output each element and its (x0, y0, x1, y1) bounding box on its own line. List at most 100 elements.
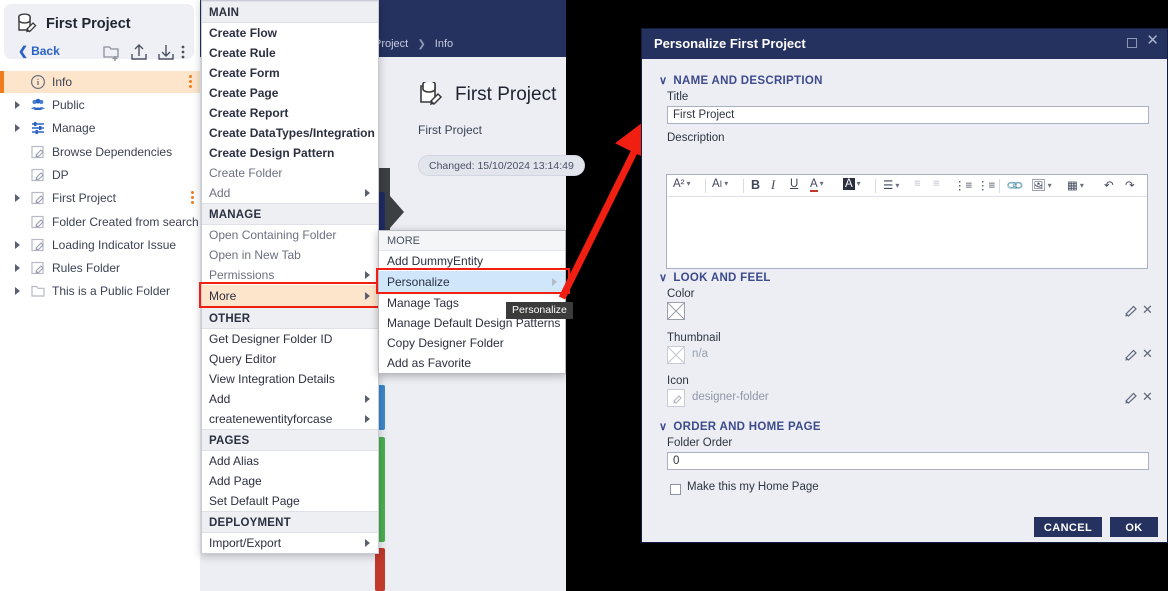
menu-item-create-report[interactable]: Create Report (202, 103, 378, 123)
bold-icon[interactable]: B (751, 178, 760, 194)
menu-item-permissions[interactable]: Permissions (202, 265, 378, 285)
breadcrumb-item-project[interactable]: Project (374, 38, 408, 50)
changed-timestamp-badge: Changed: 15/10/2024 13:14:49 (418, 155, 585, 176)
kebab-menu-icon[interactable] (189, 75, 192, 89)
submenu-item-add-as-favorite[interactable]: Add as Favorite (379, 353, 565, 373)
menu-item-get-designer-folder-id[interactable]: Get Designer Folder ID (202, 329, 378, 349)
table-icon[interactable]: ▦ ▾ (1067, 178, 1084, 194)
menu-item-create-form[interactable]: Create Form (202, 63, 378, 83)
indent-icon[interactable]: ≡ (933, 178, 940, 194)
text-color-icon[interactable]: A ▾ (810, 178, 824, 194)
sidebar-item-public[interactable]: Public (0, 94, 200, 116)
menu-item-add-alias[interactable]: Add Alias (202, 451, 378, 471)
kebab-menu-icon[interactable] (191, 191, 194, 205)
cancel-button[interactable]: CANCEL (1034, 517, 1102, 537)
section-header-label: ORDER AND HOME PAGE (673, 421, 821, 433)
edit-pencil-icon[interactable] (1125, 348, 1138, 361)
edit-pencil-icon[interactable] (1125, 304, 1138, 317)
sidebar-item-dp[interactable]: DP (0, 164, 200, 186)
download-icon[interactable] (157, 43, 175, 61)
twisty-icon[interactable] (15, 264, 20, 272)
menu-item-query-editor[interactable]: Query Editor (202, 349, 378, 369)
redo-icon[interactable]: ↷ (1125, 178, 1135, 194)
edit-pencil-icon[interactable] (1125, 391, 1138, 404)
submenu-arrow-icon (365, 189, 370, 197)
description-rich-text-editor[interactable]: A² ▾ AI ▾ B I U A ▾ A ▾ ☰ ▾ ≡ ≡ ⋮≡ ⋮≡ 🔗 🖼 ▾ ▦ ▾… (666, 174, 1148, 269)
link-icon[interactable]: 🔗 (1003, 175, 1024, 196)
menu-item-add-main[interactable]: Add (202, 183, 378, 203)
color-bar-red (375, 548, 385, 591)
menu-item-create-folder[interactable]: Create Folder (202, 163, 378, 183)
twisty-icon[interactable] (15, 101, 20, 109)
upload-icon[interactable] (130, 43, 148, 61)
menu-item-create-design-pattern[interactable]: Create Design Pattern (202, 143, 378, 163)
menu-item-add-other[interactable]: Add (202, 389, 378, 409)
highlight-color-icon[interactable]: A ▾ (843, 178, 861, 194)
twisty-icon[interactable] (15, 194, 20, 202)
menu-item-open-in-new-tab[interactable]: Open in New Tab (202, 245, 378, 265)
twisty-icon[interactable] (15, 287, 20, 295)
thumbnail-swatch[interactable] (667, 346, 685, 364)
clear-thumbnail-icon[interactable]: ✕ (1142, 347, 1153, 360)
new-folder-icon[interactable] (103, 43, 121, 61)
close-icon[interactable]: ✕ (1146, 33, 1159, 48)
clear-icon-icon[interactable]: ✕ (1142, 390, 1153, 403)
menu-item-label: Create Folder (209, 166, 283, 180)
menu-item-create-rule[interactable]: Create Rule (202, 43, 378, 63)
bullet-list-icon[interactable]: ⋮≡ (954, 178, 972, 194)
section-name-and-description[interactable]: ∨ NAME AND DESCRIPTION (659, 74, 823, 87)
menu-item-set-default-page[interactable]: Set Default Page (202, 491, 378, 511)
undo-icon[interactable]: ↶ (1104, 178, 1114, 194)
section-look-and-feel[interactable]: ∨ LOOK AND FEEL (659, 271, 771, 284)
clear-color-icon[interactable]: ✕ (1142, 303, 1153, 316)
menu-item-view-integration-details[interactable]: View Integration Details (202, 369, 378, 389)
font-family-icon[interactable]: A² ▾ (673, 178, 691, 194)
menu-item-label: View Integration Details (209, 372, 335, 386)
menu-item-create-datatypes-integration[interactable]: Create DataTypes/Integration (202, 123, 378, 143)
italic-icon[interactable]: I (771, 178, 775, 194)
menu-item-label: Create Flow (209, 26, 278, 40)
submenu-item-copy-designer-folder[interactable]: Copy Designer Folder (379, 333, 565, 353)
menu-item-createnewentityforcase[interactable]: createnewentityforcase (202, 409, 378, 429)
kebab-menu-icon[interactable] (180, 43, 186, 61)
menu-item-add-page[interactable]: Add Page (202, 471, 378, 491)
sidebar-item-info[interactable]: Info (0, 71, 200, 93)
title-input[interactable] (667, 106, 1149, 124)
description-editor-body[interactable] (667, 197, 1147, 268)
ok-button[interactable]: OK (1110, 517, 1158, 537)
home-page-checkbox[interactable] (670, 484, 681, 495)
submenu-item-label: Add as Favorite (387, 356, 472, 370)
breadcrumb[interactable]: Project ❯ Info (374, 38, 453, 50)
submenu-item-add-dummyentity[interactable]: Add DummyEntity (379, 251, 565, 271)
menu-item-more[interactable]: More (199, 282, 383, 308)
twisty-icon[interactable] (15, 241, 20, 249)
sidebar-item-first-project[interactable]: First Project (0, 187, 200, 209)
folder-order-input[interactable] (667, 452, 1149, 470)
underline-icon[interactable]: U (790, 178, 798, 194)
submenu-item-personalize[interactable]: Personalize (376, 268, 570, 294)
maximize-icon[interactable] (1127, 38, 1137, 48)
sidebar-item-manage[interactable]: Manage (0, 117, 200, 139)
sidebar-item-label: Manage (52, 121, 96, 135)
color-swatch[interactable] (667, 302, 685, 320)
sidebar-item-this-is-a-public-folder[interactable]: This is a Public Folder (0, 280, 200, 302)
menu-item-create-page[interactable]: Create Page (202, 83, 378, 103)
menu-item-create-flow[interactable]: Create Flow (202, 23, 378, 43)
breadcrumb-item-info[interactable]: Info (435, 38, 453, 50)
sidebar-item-rules-folder[interactable]: Rules Folder (0, 257, 200, 279)
numbered-list-icon[interactable]: ⋮≡ (977, 178, 995, 194)
image-icon[interactable]: 🖼 ▾ (1031, 178, 1052, 194)
outdent-icon[interactable]: ≡ (914, 178, 921, 194)
align-icon[interactable]: ☰ ▾ (883, 178, 899, 194)
font-size-icon[interactable]: AI ▾ (712, 178, 728, 194)
menu-item-open-containing-folder[interactable]: Open Containing Folder (202, 225, 378, 245)
menu-item-import-export[interactable]: Import/Export (202, 533, 378, 553)
sidebar-item-loading-indicator-issue[interactable]: Loading Indicator Issue (0, 234, 200, 256)
icon-preview[interactable] (667, 389, 685, 407)
twisty-icon[interactable] (15, 124, 20, 132)
toolbar-divider (999, 179, 1000, 193)
sidebar-item-browse-dependencies[interactable]: Browse Dependencies (0, 141, 200, 163)
section-order-and-home-page[interactable]: ∨ ORDER AND HOME PAGE (659, 420, 821, 433)
back-button[interactable]: ❮ Back (18, 44, 60, 58)
sidebar-item-folder-created-from-search[interactable]: Folder Created from search ... (0, 211, 212, 233)
